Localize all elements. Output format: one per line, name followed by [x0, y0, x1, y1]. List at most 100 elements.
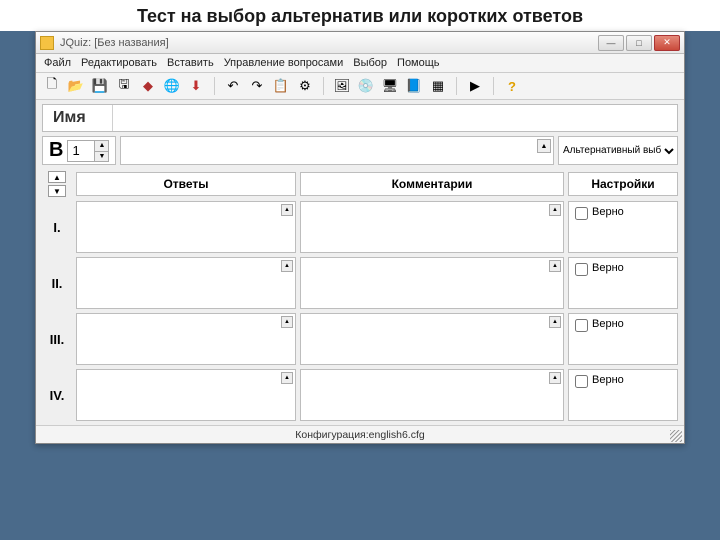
menu-manage-questions[interactable]: Управление вопросами — [224, 57, 344, 69]
menu-insert[interactable]: Вставить — [167, 57, 214, 69]
resize-gripper-icon[interactable] — [670, 430, 682, 442]
expand-icon[interactable]: ▲ — [549, 260, 561, 272]
row-roman: II. — [42, 257, 72, 309]
settings-cell: Верно — [568, 313, 678, 365]
menu-help[interactable]: Помощь — [397, 57, 440, 69]
comment-input[interactable]: ▲ — [300, 257, 564, 309]
content-area: Имя В ▲ ▼ ▲ Альтернативный выб — [36, 100, 684, 425]
expand-icon[interactable]: ▲ — [281, 316, 293, 328]
settings-cell: Верно — [568, 201, 678, 253]
expand-icon[interactable]: ▲ — [549, 204, 561, 216]
status-config-file: english6.cfg — [369, 429, 425, 441]
app-icon — [40, 36, 54, 50]
slide-title: Тест на выбор альтернатив или коротких о… — [0, 0, 720, 31]
expand-icon[interactable]: ▲ — [281, 204, 293, 216]
answer-rows: I. ▲ ▲ Верно II. ▲ ▲ Верно III. ▲ — [42, 201, 678, 421]
column-comments-header: Комментарии — [300, 172, 564, 196]
expand-icon[interactable]: ▲ — [549, 316, 561, 328]
expand-icon[interactable]: ▲ — [281, 260, 293, 272]
config-icon[interactable]: ⚙ — [295, 76, 315, 96]
paste-icon[interactable]: 📋 — [271, 76, 291, 96]
web-icon[interactable]: 🌐 — [162, 76, 182, 96]
move-down-button[interactable]: ▼ — [48, 185, 66, 197]
toolbar: 🗋 📂 💾 🖫 ◆ 🌐 ⬇ ↶ ↷ 📋 ⚙ 🖼 💿 🖥 📘 ▦ ▶ ? — [36, 73, 684, 100]
column-answers-header: Ответы — [76, 172, 296, 196]
open-icon[interactable]: 📂 — [66, 76, 86, 96]
expand-icon[interactable]: ▲ — [281, 372, 293, 384]
question-number-spinner[interactable]: ▲ ▼ — [67, 140, 109, 162]
minimize-button[interactable]: — — [598, 35, 624, 51]
book-icon[interactable]: 📘 — [404, 76, 424, 96]
settings-cell: Верно — [568, 257, 678, 309]
comment-input[interactable]: ▲ — [300, 201, 564, 253]
question-type-select[interactable]: Альтернативный выб — [559, 141, 677, 161]
row-roman: III. — [42, 313, 72, 365]
separator — [456, 77, 457, 95]
help-icon[interactable]: ? — [502, 76, 522, 96]
answer-input[interactable]: ▲ — [76, 257, 296, 309]
spin-down-icon[interactable]: ▼ — [94, 151, 108, 161]
question-number-box: В ▲ ▼ — [42, 136, 116, 165]
correct-checkbox[interactable] — [575, 207, 588, 220]
menu-file[interactable]: Файл — [44, 57, 71, 69]
save-icon[interactable]: 💾 — [90, 76, 110, 96]
answer-input[interactable]: ▲ — [76, 369, 296, 421]
answer-row: IV. ▲ ▲ Верно — [42, 369, 678, 421]
answer-input[interactable]: ▲ — [76, 201, 296, 253]
status-prefix: Конфигурация: — [295, 429, 368, 441]
separator — [493, 77, 494, 95]
row-roman: IV. — [42, 369, 72, 421]
maximize-button[interactable]: □ — [626, 35, 652, 51]
column-settings-header: Настройки — [568, 172, 678, 196]
correct-label: Верно — [592, 374, 624, 386]
reorder-controls: ▲ ▼ — [42, 171, 72, 197]
correct-label: Верно — [592, 262, 624, 274]
question-prefix: В — [49, 139, 63, 162]
name-label: Имя — [43, 105, 113, 131]
question-row: В ▲ ▼ ▲ Альтернативный выб — [42, 136, 678, 165]
screen-icon[interactable]: 🖥 — [380, 76, 400, 96]
answer-input[interactable]: ▲ — [76, 313, 296, 365]
new-icon[interactable]: 🗋 — [42, 76, 62, 96]
window-title: JQuiz: [Без названия] — [60, 37, 598, 49]
play-icon[interactable]: ▶ — [465, 76, 485, 96]
correct-checkbox[interactable] — [575, 263, 588, 276]
correct-label: Верно — [592, 206, 624, 218]
question-text-input[interactable]: ▲ — [120, 136, 554, 165]
correct-label: Верно — [592, 318, 624, 330]
menubar: Файл Редактировать Вставить Управление в… — [36, 54, 684, 73]
image-icon[interactable]: 🖼 — [332, 76, 352, 96]
undo-icon[interactable]: ↶ — [223, 76, 243, 96]
correct-checkbox[interactable] — [575, 375, 588, 388]
app-window: JQuiz: [Без названия] — □ ✕ Файл Редакти… — [35, 31, 685, 444]
columns-header: ▲ ▼ Ответы Комментарии Настройки — [42, 171, 678, 197]
saveas-icon[interactable]: 🖫 — [114, 76, 134, 96]
comment-input[interactable]: ▲ — [300, 313, 564, 365]
expand-up-icon[interactable]: ▲ — [537, 139, 551, 153]
diamond-icon[interactable]: ◆ — [138, 76, 158, 96]
correct-checkbox[interactable] — [575, 319, 588, 332]
comment-input[interactable]: ▲ — [300, 369, 564, 421]
disk-icon[interactable]: 💿 — [356, 76, 376, 96]
spin-up-icon[interactable]: ▲ — [94, 141, 108, 151]
expand-icon[interactable]: ▲ — [549, 372, 561, 384]
answer-row: I. ▲ ▲ Верно — [42, 201, 678, 253]
settings-cell: Верно — [568, 369, 678, 421]
arrow-down-icon[interactable]: ⬇ — [186, 76, 206, 96]
grid-icon[interactable]: ▦ — [428, 76, 448, 96]
menu-select[interactable]: Выбор — [353, 57, 387, 69]
separator — [214, 77, 215, 95]
question-number-input[interactable] — [68, 143, 94, 158]
row-roman: I. — [42, 201, 72, 253]
close-button[interactable]: ✕ — [654, 35, 680, 51]
menu-edit[interactable]: Редактировать — [81, 57, 157, 69]
redo-icon[interactable]: ↷ — [247, 76, 267, 96]
name-input[interactable] — [113, 106, 677, 130]
answer-row: II. ▲ ▲ Верно — [42, 257, 678, 309]
question-type-box: Альтернативный выб — [558, 136, 678, 165]
separator — [323, 77, 324, 95]
statusbar: Конфигурация: english6.cfg — [36, 425, 684, 443]
titlebar: JQuiz: [Без названия] — □ ✕ — [36, 32, 684, 54]
move-up-button[interactable]: ▲ — [48, 171, 66, 183]
answer-row: III. ▲ ▲ Верно — [42, 313, 678, 365]
